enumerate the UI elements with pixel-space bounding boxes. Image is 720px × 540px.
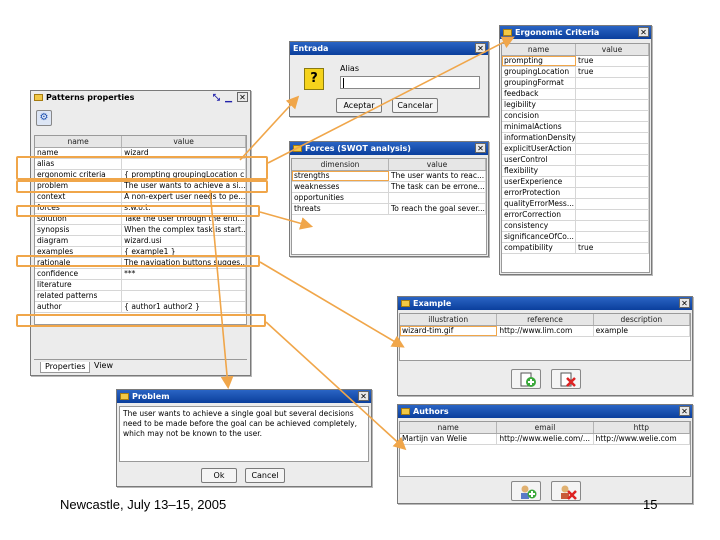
arrow-alias-to-entrada xyxy=(239,95,300,161)
arrow-problem-to-dialog xyxy=(209,189,234,390)
arrow-author-to-authors xyxy=(265,321,407,451)
arrow-examples-to-example xyxy=(259,261,405,348)
footer-venue: Newcastle, July 13–15, 2005 xyxy=(60,497,227,512)
arrow-forces-to-swot xyxy=(259,211,314,230)
connector-arrows xyxy=(209,36,515,451)
arrow-ergonomic-to-criteria xyxy=(267,36,515,164)
page-number: 15 xyxy=(643,497,658,512)
